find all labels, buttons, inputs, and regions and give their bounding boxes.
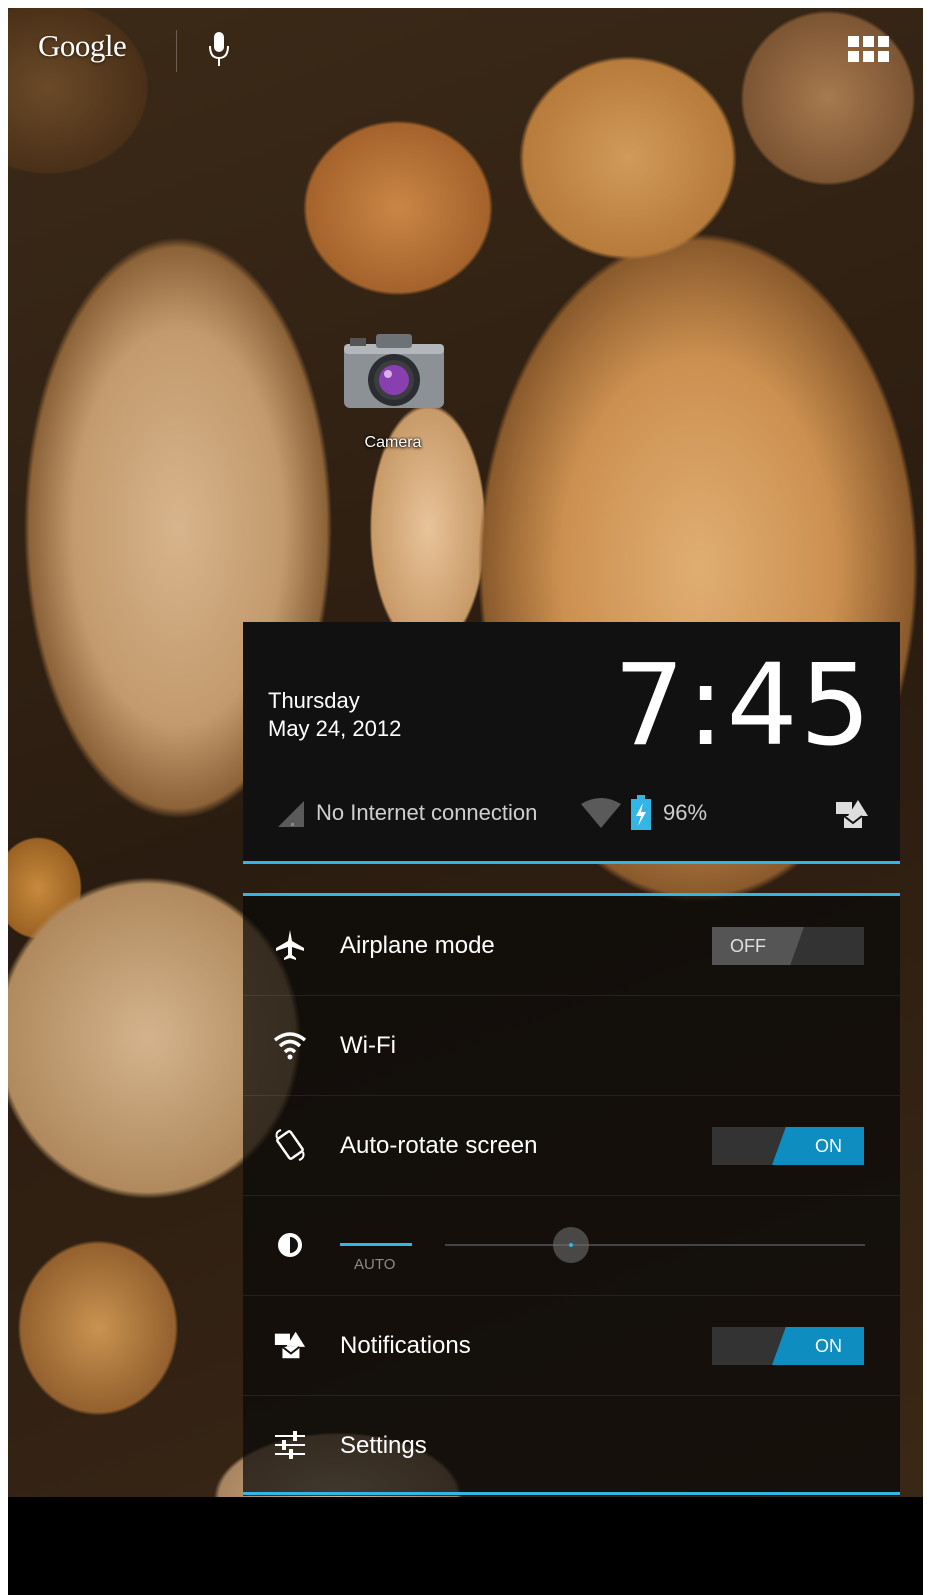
brightness-icon: [278, 1233, 302, 1257]
brightness-auto-button[interactable]: [340, 1243, 412, 1246]
toggle-state: ON: [815, 1336, 842, 1356]
wifi-label: Wi-Fi: [340, 1032, 396, 1059]
camera-icon: [344, 334, 444, 408]
wifi-icon: [581, 798, 621, 828]
signal-icon: [278, 801, 304, 827]
toggle-state: ON: [815, 1136, 842, 1156]
wifi-icon: [273, 1032, 307, 1060]
header-divider: [243, 861, 900, 864]
airplane-mode-row[interactable]: Airplane mode OFF: [243, 896, 900, 996]
auto-rotate-toggle[interactable]: ON: [712, 1127, 864, 1165]
clock-time: 7:45: [613, 641, 873, 771]
notifications-label: Notifications: [340, 1332, 471, 1359]
google-search-logo[interactable]: Google: [38, 28, 127, 64]
notification-icon: [274, 1331, 306, 1359]
notifications-row[interactable]: Notifications ON: [243, 1296, 900, 1396]
notification-icon[interactable]: [834, 798, 870, 830]
battery-charging-icon: [631, 795, 651, 830]
airplane-mode-label: Airplane mode: [340, 932, 495, 959]
airplane-icon: [276, 930, 304, 960]
connection-status: No Internet connection: [316, 800, 538, 825]
settings-label: Settings: [340, 1432, 427, 1459]
settings-row[interactable]: Settings: [243, 1396, 900, 1495]
navigation-bar: [8, 1497, 923, 1595]
quick-settings-panel: Airplane mode OFF Wi-Fi Auto-rotate scre…: [243, 893, 900, 1496]
settings-sliders-icon: [275, 1431, 305, 1459]
toggle-state: OFF: [730, 936, 766, 956]
day-label: Thursday: [268, 688, 360, 713]
mic-icon[interactable]: [205, 28, 233, 70]
apps-grid-icon[interactable]: [848, 36, 890, 64]
camera-shortcut[interactable]: Camera: [335, 330, 451, 460]
auto-rotate-row[interactable]: Auto-rotate screen ON: [243, 1096, 900, 1196]
auto-rotate-icon: [275, 1129, 305, 1161]
brightness-slider-track[interactable]: [445, 1244, 865, 1246]
date-label[interactable]: May 24, 2012: [268, 716, 401, 742]
search-divider: [176, 30, 177, 72]
airplane-mode-toggle[interactable]: OFF: [712, 927, 864, 965]
brightness-slider-thumb[interactable]: [553, 1227, 589, 1263]
auto-rotate-label: Auto-rotate screen: [340, 1132, 538, 1159]
panel-bottom-divider: [243, 1492, 900, 1495]
notifications-toggle[interactable]: ON: [712, 1327, 864, 1365]
battery-percent: 96%: [663, 800, 708, 825]
brightness-row: AUTO: [243, 1196, 900, 1296]
camera-label: Camera: [364, 434, 422, 451]
wifi-row[interactable]: Wi-Fi: [243, 996, 900, 1096]
brightness-auto-label: AUTO: [354, 1256, 396, 1273]
